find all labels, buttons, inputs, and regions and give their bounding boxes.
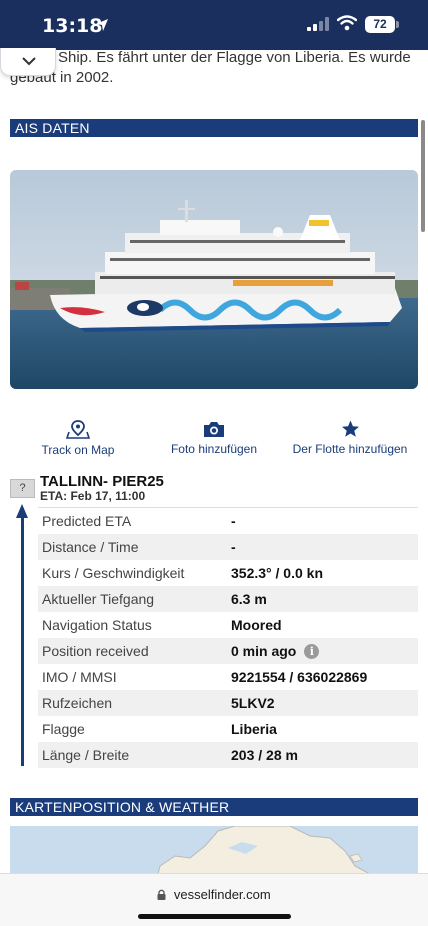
destination-name: TALLINN- PIER25: [40, 473, 164, 490]
section-header-map: KARTENPOSITION & WEATHER: [10, 798, 418, 816]
add-to-fleet-label: Der Flotte hinzufügen: [292, 442, 408, 456]
ship-photo[interactable]: [10, 170, 418, 389]
table-row: Aktueller Tiefgang 6.3 m: [38, 586, 418, 612]
battery-indicator: 72: [365, 16, 395, 33]
row-label: Navigation Status: [42, 617, 152, 633]
row-label: Länge / Breite: [42, 747, 130, 763]
cellular-signal-icon: [307, 17, 329, 31]
battery-nub: [396, 21, 399, 28]
table-row: Rufzeichen 5LKV2: [38, 690, 418, 716]
add-to-fleet-button[interactable]: Der Flotte hinzufügen: [290, 420, 410, 456]
location-arrow-icon: [96, 19, 108, 31]
table-row: Länge / Breite 203 / 28 m: [38, 742, 418, 768]
row-label: Position received: [42, 643, 149, 659]
destination-help-button[interactable]: ?: [10, 479, 35, 498]
route-line: [21, 508, 24, 766]
track-on-map-button[interactable]: Track on Map: [40, 420, 116, 457]
row-value: Liberia: [231, 721, 277, 737]
table-row: IMO / MMSI 9221554 / 636022869: [38, 664, 418, 690]
info-icon[interactable]: i: [304, 643, 320, 659]
ship-illustration: [10, 170, 418, 389]
ship-description: Ship. Es fährt unter der Flagge von Libe…: [10, 48, 420, 88]
row-label: Kurs / Geschwindigkeit: [42, 565, 185, 581]
collapse-toggle-button[interactable]: [0, 48, 56, 76]
row-label: Distance / Time: [42, 539, 139, 555]
row-label: Flagge: [42, 721, 85, 737]
row-value: -: [231, 539, 236, 555]
row-value: 9221554 / 636022869: [231, 669, 368, 685]
row-value: -: [231, 513, 236, 529]
row-value: 352.3° / 0.0 kn: [231, 565, 323, 581]
row-label: Rufzeichen: [42, 695, 113, 711]
section-header-ais: AIS DATEN: [10, 119, 418, 137]
row-label: Predicted ETA: [42, 513, 132, 529]
map-pin-icon: [66, 420, 90, 439]
destination-eta: ETA: Feb 17, 11:00: [40, 489, 146, 503]
scrollbar[interactable]: [421, 120, 425, 232]
status-bar: 13:18 72: [0, 0, 428, 50]
row-value: 203 / 28 m: [231, 747, 298, 763]
row-value: Moored: [231, 617, 282, 633]
position-received-value: 0 min ago: [231, 643, 297, 659]
track-on-map-label: Track on Map: [41, 443, 115, 457]
table-row: Distance / Time -: [38, 534, 418, 560]
row-value: 5LKV2: [231, 695, 275, 711]
table-row: Kurs / Geschwindigkeit 352.3° / 0.0 kn: [38, 560, 418, 586]
url-text: vesselfinder.com: [173, 887, 271, 902]
table-row: Navigation Status Moored: [38, 612, 418, 638]
add-photo-label: Foto hinzufügen: [170, 442, 258, 456]
status-time: 13:18: [42, 15, 103, 37]
row-value: 0 min ago i: [231, 643, 320, 659]
browser-bottom-bar: vesselfinder.com: [0, 873, 428, 926]
table-row: Predicted ETA -: [38, 508, 418, 534]
row-value: 6.3 m: [231, 591, 267, 607]
address-bar[interactable]: vesselfinder.com: [0, 887, 428, 902]
home-indicator[interactable]: [138, 914, 291, 919]
row-label: IMO / MMSI: [42, 669, 117, 685]
table-row: Flagge Liberia: [38, 716, 418, 742]
lock-icon: [157, 889, 166, 900]
wifi-icon: [337, 15, 357, 31]
chevron-down-icon: [22, 57, 36, 66]
table-row: Position received 0 min ago i: [38, 638, 418, 664]
camera-icon: [204, 422, 224, 437]
ais-data-table: Predicted ETA - Distance / Time - Kurs / G…: [38, 507, 418, 768]
row-label: Aktueller Tiefgang: [42, 591, 155, 607]
star-icon: [341, 420, 359, 437]
add-photo-button[interactable]: Foto hinzufügen: [168, 420, 260, 456]
ship-description-text: Ship. Es fährt unter der Flagge von Libe…: [10, 49, 411, 86]
